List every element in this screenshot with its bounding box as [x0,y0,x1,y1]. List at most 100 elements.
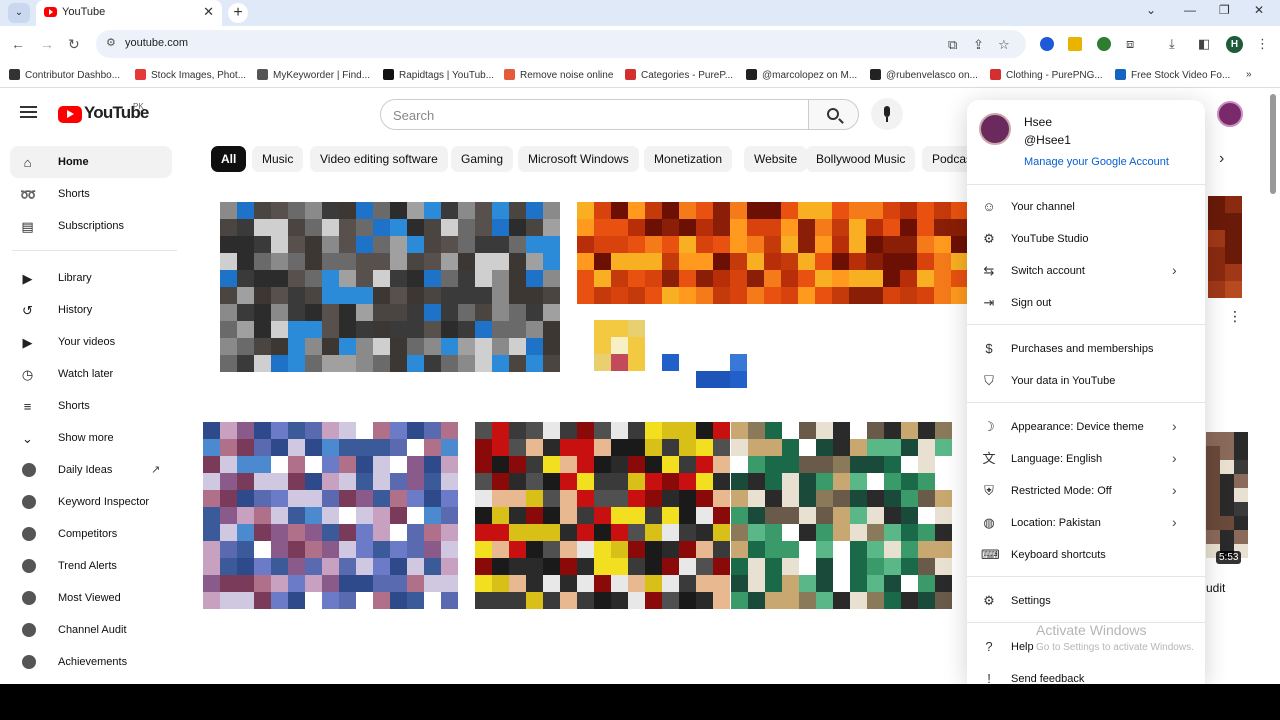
channel-icon: ☺ [982,199,996,214]
voice-search-mic-icon[interactable] [871,98,903,130]
account-menu-item[interactable]: ⚙ YouTube Studio [967,222,1205,254]
sidebar-item[interactable]: ≡ Shorts [10,390,172,422]
account-menu-item[interactable]: ☽ Appearance: Device theme › [967,410,1205,442]
download-ext-icon[interactable] [1068,37,1082,51]
sidebar-item[interactable]: ▤ Subscriptions [10,210,172,242]
sidebar-item[interactable]: ▶ Library [10,262,172,294]
sidebar-item[interactable]: ⌂ Home [10,146,172,178]
sidebar-item[interactable]: Achievements [10,646,172,678]
sidebar-item[interactable]: ⌄ Show more [10,422,172,454]
bookmark-item[interactable]: Rapidtags | YouTub... [383,69,494,81]
sidebar-item[interactable]: Trend Alerts [10,550,172,582]
watch-later-icon: ◷ [21,367,34,382]
bookmark-item[interactable]: Remove noise online [504,69,613,81]
extensions-puzzle-icon[interactable]: ⧈ [1126,36,1134,52]
video-thumbnail[interactable] [594,320,645,371]
cast-icon[interactable]: ⧉ [948,37,957,53]
video-thumbnail[interactable] [203,422,458,609]
sidebar-item[interactable]: Competitors [10,518,172,550]
restore-icon[interactable]: ❐ [1219,3,1230,17]
sidebar-item[interactable]: Channel Audit [10,614,172,646]
video-thumbnail[interactable] [475,422,730,609]
account-menu-item[interactable]: ⇆ Switch account › [967,254,1205,286]
filter-chip[interactable]: Microsoft Windows [518,146,639,172]
sidebar-item[interactable]: Most Viewed [10,582,172,614]
video-more-options-icon[interactable]: ⋮ [1228,308,1242,325]
account-menu-item[interactable]: ! Send feedback [967,662,1205,684]
extension-1-icon[interactable] [1040,37,1054,51]
sidebar-item-label: Home [58,156,89,168]
filter-chip[interactable]: Music [252,146,304,172]
window-close-icon[interactable]: ✕ [1254,3,1264,17]
sidebar-item[interactable]: ▶ Your videos [10,326,172,358]
video-thumbnail[interactable] [1208,196,1242,298]
bookmark-item[interactable]: Clothing - PurePNG... [990,69,1103,81]
sidebar-item[interactable]: ↺ History [10,294,172,326]
sidebar-item[interactable]: Keyword Inspector [10,486,172,518]
side-panel-icon[interactable]: ◧ [1198,36,1210,52]
filter-chip[interactable]: Video editing software [310,146,448,172]
bookmark-item[interactable]: Free Stock Video Fo... [1115,69,1230,81]
bookmark-item[interactable]: @marcolopez on M... [746,69,857,81]
sidebar-item[interactable]: ◷ Watch later [10,358,172,390]
filter-chip[interactable]: Monetization [644,146,733,172]
bookmark-item[interactable]: Stock Images, Phot... [135,69,246,81]
reload-icon[interactable]: ↻ [68,36,80,53]
video-thumbnail[interactable] [577,202,968,304]
account-menu-item[interactable]: ⛨ Restricted Mode: Off › [967,474,1205,506]
page-scrollbar[interactable] [1270,94,1276,194]
forward-icon[interactable]: → [40,36,54,52]
bookmark-star-icon[interactable]: ☆ [998,37,1010,53]
video-thumbnail[interactable] [662,354,747,388]
address-bar[interactable]: ⚙ youtube.com ⧉ ⇪ ☆ [96,30,1026,58]
sidebar-item-label: Subscriptions [58,220,125,232]
filter-chip[interactable]: All [211,146,247,172]
account-menu-item[interactable]: ⇥ Sign out [967,286,1205,318]
youtube-logo-icon[interactable] [58,106,82,123]
account-menu-item[interactable]: ⛉ Your data in YouTube [967,364,1205,396]
search-button[interactable] [808,99,859,130]
account-menu-item[interactable]: 文 Language: English › [967,442,1205,474]
video-thumbnail[interactable] [1206,432,1248,568]
bookmark-item[interactable]: @rubenvelasco on... [870,69,978,81]
sidebar-item[interactable]: Daily Ideas ↗ [10,454,172,486]
bookmarks-overflow-icon[interactable]: » [1246,69,1252,80]
video-title-partial[interactable]: udit [1206,581,1225,595]
search-input[interactable]: Search [380,99,809,130]
tab-close-icon[interactable]: ✕ [203,4,214,20]
bookmark-item[interactable]: Contributor Dashbo... [9,69,120,81]
chips-next-chevron-icon[interactable]: › [1219,150,1224,168]
filter-chip[interactable]: Website [744,146,808,172]
account-menu-item[interactable]: ☺ Your channel [967,190,1205,222]
account-menu-item[interactable]: ◍ Location: Pakistan › [967,506,1205,538]
external-link-icon[interactable]: ↗ [151,463,160,476]
share-icon[interactable]: ⇪ [973,37,984,53]
back-icon[interactable]: ← [11,36,25,52]
account-menu-item[interactable]: ⚙ Settings [967,584,1205,616]
manage-google-account-link[interactable]: Manage your Google Account [1024,156,1169,168]
tab-search-button[interactable]: ⌄ [8,3,30,23]
account-menu-item[interactable]: $ Purchases and memberships [967,332,1205,364]
new-tab-button[interactable]: + [228,3,248,23]
sidebar-item-label: History [58,304,93,316]
browser-profile-avatar[interactable]: H [1226,36,1243,53]
account-avatar[interactable] [1217,101,1243,127]
downloads-icon[interactable]: ⤓ [1169,36,1175,52]
window-dropdown-icon[interactable]: ⌄ [1146,3,1156,17]
browser-menu-icon[interactable]: ⋮ [1256,36,1269,52]
account-menu-item-label: YouTube Studio [1011,233,1089,245]
filter-chip[interactable]: Podcasts [922,146,971,172]
video-thumbnail[interactable] [731,422,968,609]
sidebar-item[interactable]: ➿ Shorts [10,178,172,210]
extension-3-icon[interactable] [1097,37,1111,51]
site-info-icon[interactable]: ⚙ [106,36,116,49]
filter-chip[interactable]: Bollywood Music [806,146,916,172]
hamburger-menu-icon[interactable] [20,106,37,118]
account-menu-item[interactable]: ⌨ Keyboard shortcuts [967,538,1205,570]
browser-tab[interactable]: YouTube ✕ [36,0,222,26]
filter-chip[interactable]: Gaming [451,146,514,172]
minimize-icon[interactable]: — [1184,3,1196,17]
video-thumbnail[interactable] [220,202,560,388]
bookmark-item[interactable]: MyKeyworder | Find... [257,69,370,81]
bookmark-item[interactable]: Categories - PureP... [625,69,733,81]
